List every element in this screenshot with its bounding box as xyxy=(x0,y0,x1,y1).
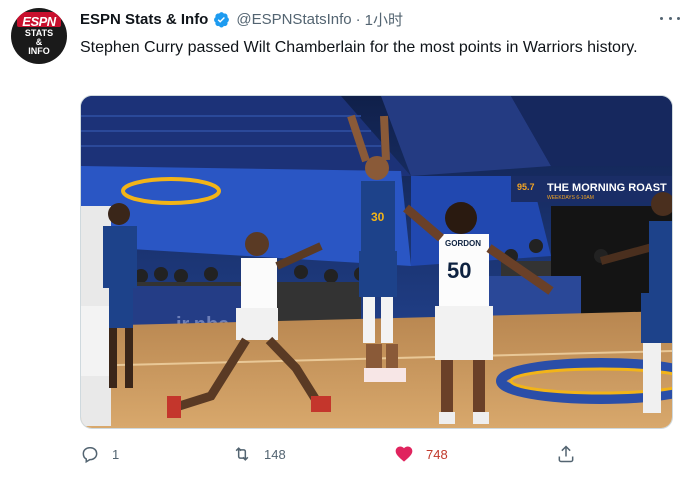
banner-freq: 95.7 xyxy=(517,182,535,192)
reply-count: 1 xyxy=(112,446,120,462)
separator-dot: · xyxy=(355,10,361,28)
tweet-text: Stephen Curry passed Wilt Chamberlain fo… xyxy=(80,39,638,56)
verified-badge-icon xyxy=(214,11,230,27)
heart-icon xyxy=(395,446,413,462)
reply-button[interactable]: 1 xyxy=(80,441,119,467)
basketball-photo: 95.7 THE MORNING ROAST WEEKDAYS 6-10AM j… xyxy=(81,96,672,428)
retweet-icon xyxy=(235,447,249,461)
banner-sub: WEEKDAYS 6-10AM xyxy=(547,195,594,201)
timestamp[interactable]: 1小时 xyxy=(365,9,403,30)
avatar[interactable]: ESPN STATS & INFO xyxy=(11,8,67,64)
account-name[interactable]: ESPN Stats & Info xyxy=(80,11,208,28)
account-handle[interactable]: @ESPNStatsInfo xyxy=(236,11,351,28)
retweet-count: 148 xyxy=(264,446,286,462)
retweet-button[interactable]: 148 xyxy=(232,441,286,467)
more-options-icon[interactable] xyxy=(660,10,680,26)
stats-info-logo: STATS & INFO xyxy=(24,28,54,56)
like-button[interactable]: 748 xyxy=(394,441,448,467)
like-count: 748 xyxy=(426,446,448,462)
share-icon xyxy=(558,445,574,463)
tweet-photo[interactable]: 95.7 THE MORNING ROAST WEEKDAYS 6-10AM j… xyxy=(80,95,673,429)
banner-text: THE MORNING ROAST xyxy=(547,182,667,194)
curry-jersey-number: 30 xyxy=(371,210,385,224)
gordon-jersey-number: 50 xyxy=(447,258,471,283)
reply-icon xyxy=(82,447,98,464)
tweet-actions: 1 148 748 xyxy=(80,441,680,467)
espn-logo: ESPN xyxy=(22,14,56,29)
share-button[interactable] xyxy=(556,441,576,467)
gordon-jersey-name: GORDON xyxy=(445,239,481,248)
tweet-header: ESPN Stats & Info @ESPNStatsInfo · 1小时 xyxy=(80,9,403,29)
